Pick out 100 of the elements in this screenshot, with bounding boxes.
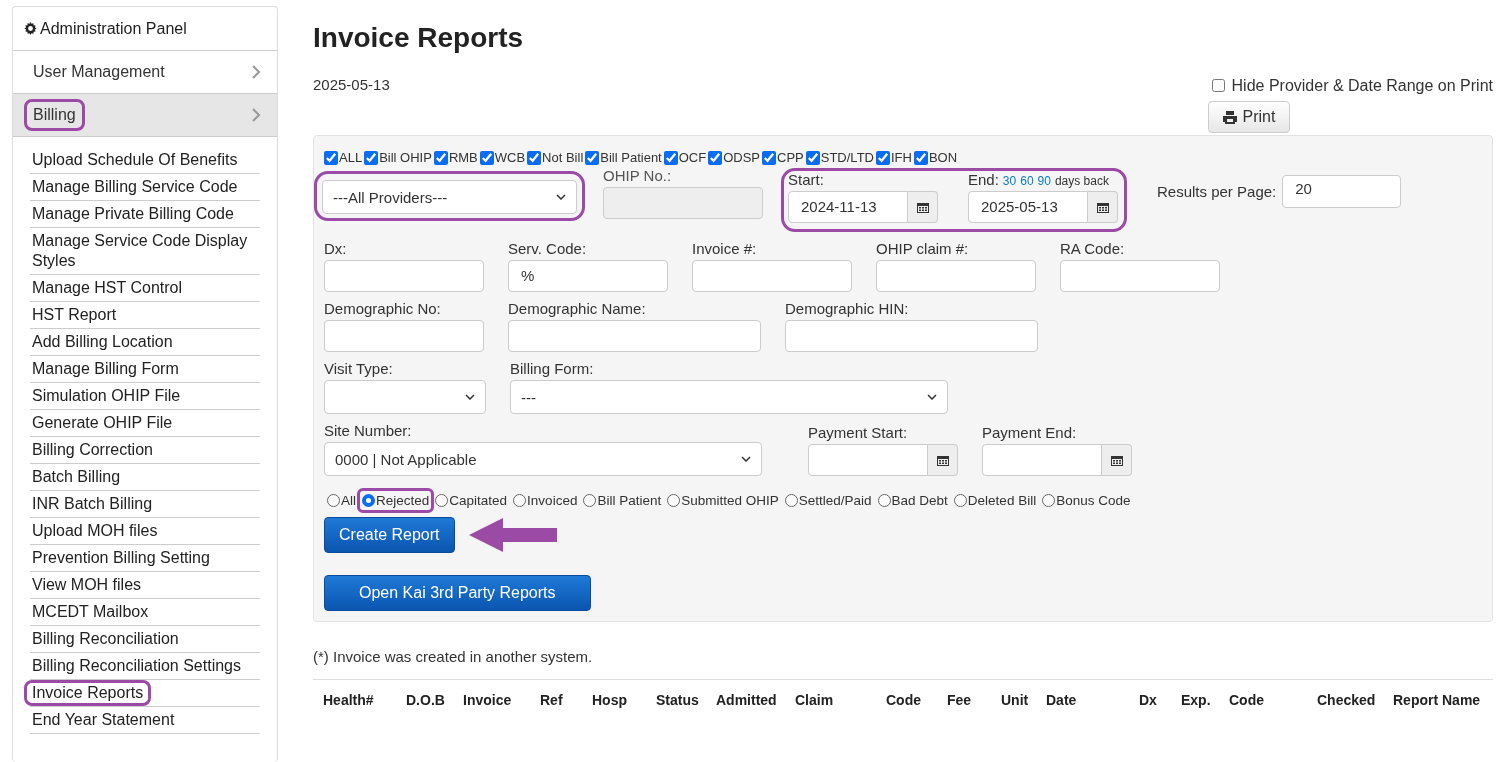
sidebar-item[interactable]: Manage Private Billing Code xyxy=(24,201,242,227)
calendar-button[interactable] xyxy=(1102,444,1132,476)
column-header[interactable]: Checked xyxy=(1317,692,1393,708)
column-header[interactable]: D.O.B xyxy=(406,692,463,708)
radio-button[interactable] xyxy=(667,494,681,507)
input-field[interactable]: % xyxy=(508,260,668,292)
radio-button[interactable] xyxy=(513,494,527,507)
calendar-button[interactable] xyxy=(908,191,938,223)
column-header[interactable]: Unit xyxy=(1001,692,1046,708)
field-label: End: xyxy=(968,171,999,188)
checkbox[interactable] xyxy=(913,150,928,165)
checkbox[interactable] xyxy=(708,150,723,165)
create-report-button[interactable]: Create Report xyxy=(324,517,455,553)
column-header[interactable]: Status xyxy=(656,692,716,708)
input-field[interactable]: 20 xyxy=(1282,175,1402,208)
column-header[interactable]: Dx xyxy=(1139,692,1181,708)
chevron-right-icon xyxy=(251,65,261,79)
sidebar-item[interactable]: Manage HST Control xyxy=(24,275,190,301)
calendar-button[interactable] xyxy=(928,444,958,476)
third-party-reports-button[interactable]: Open Kai 3rd Party Reports xyxy=(324,575,591,611)
date-field[interactable] xyxy=(808,444,928,476)
sidebar-item[interactable]: View MOH files xyxy=(24,572,150,598)
field-label: Billing Form: xyxy=(510,360,595,377)
sidebar-item[interactable]: End Year Statement xyxy=(24,707,183,733)
sidebar-item[interactable]: Upload MOH files xyxy=(24,518,166,544)
column-header[interactable]: Report Name xyxy=(1393,692,1493,708)
sidebar-item[interactable]: Prevention Billing Setting xyxy=(24,545,218,571)
checkbox[interactable] xyxy=(364,150,379,165)
radio-button[interactable] xyxy=(1042,494,1056,507)
caret-icon xyxy=(927,394,937,400)
checkbox[interactable] xyxy=(324,150,338,165)
column-header[interactable]: Code xyxy=(886,692,947,708)
input-field[interactable] xyxy=(324,320,484,352)
radio-label: Bad Debt xyxy=(891,493,948,508)
checkbox[interactable] xyxy=(433,150,448,165)
sidebar-item[interactable]: INR Batch Billing xyxy=(24,491,161,517)
date-field[interactable] xyxy=(982,444,1102,476)
field-label: Site Number: xyxy=(324,422,413,439)
input-field[interactable] xyxy=(508,320,761,352)
checkbox[interactable] xyxy=(762,150,776,165)
sidebar-item[interactable]: Upload Schedule Of Benefits xyxy=(24,147,246,173)
days-link[interactable]: 90 xyxy=(1037,174,1051,188)
billing-form-select[interactable]: --- xyxy=(510,380,948,414)
radio-button[interactable] xyxy=(435,494,449,507)
radio-button[interactable] xyxy=(327,494,340,507)
print-button[interactable]: Print xyxy=(1207,101,1291,133)
column-header[interactable]: Invoice xyxy=(463,692,540,708)
input-field[interactable] xyxy=(324,260,484,292)
checkbox[interactable] xyxy=(527,150,542,165)
sidebar-item[interactable]: Manage Billing Form xyxy=(24,356,187,382)
input-field[interactable] xyxy=(692,260,852,292)
column-header[interactable]: Fee xyxy=(947,692,1001,708)
sidebar-item[interactable]: Manage Billing Service Code xyxy=(24,174,246,200)
column-header[interactable]: Ref xyxy=(540,692,592,708)
sidebar-item[interactable]: MCEDT Mailbox xyxy=(24,599,157,625)
radio-label: Bonus Code xyxy=(1056,493,1131,508)
column-header[interactable]: Code xyxy=(1229,692,1317,708)
sidebar-item[interactable]: Billing Reconciliation Settings xyxy=(24,653,249,679)
field-label: Demographic Name: xyxy=(508,300,647,317)
sidebar-section[interactable]: Billing xyxy=(13,94,277,137)
sidebar-item[interactable]: Simulation OHIP File xyxy=(24,383,189,409)
days-back-label: days back xyxy=(1054,174,1109,188)
radio-button[interactable] xyxy=(784,494,798,507)
checkbox[interactable] xyxy=(875,150,890,165)
calendar-button[interactable] xyxy=(1088,191,1118,223)
input-field[interactable] xyxy=(876,260,1036,292)
checkbox[interactable] xyxy=(1211,79,1225,92)
column-header[interactable]: Admitted xyxy=(716,692,795,708)
column-header[interactable]: Date xyxy=(1046,692,1139,708)
sidebar-item[interactable]: Batch Billing xyxy=(24,464,129,490)
checkbox[interactable] xyxy=(805,150,820,165)
input-field[interactable] xyxy=(785,320,1038,352)
site-number-select[interactable]: 0000 | Not Applicable xyxy=(324,442,762,476)
sidebar-item[interactable]: Billing Reconciliation xyxy=(24,626,187,652)
radio-label: Capitated xyxy=(449,493,508,508)
checkbox[interactable] xyxy=(479,150,494,165)
radio-button[interactable] xyxy=(877,494,891,507)
column-header[interactable]: Claim xyxy=(795,692,886,708)
sidebar-item[interactable]: Add Billing Location xyxy=(24,329,181,355)
gear-icon xyxy=(24,22,37,35)
date-field[interactable]: 2025-05-13 xyxy=(968,191,1088,223)
column-header[interactable]: Exp. xyxy=(1181,692,1229,708)
radio-button[interactable] xyxy=(362,494,375,507)
sidebar-item[interactable]: Manage Service Code Display Styles xyxy=(24,228,266,274)
checkbox[interactable] xyxy=(585,150,600,165)
days-link[interactable]: 30 xyxy=(1002,174,1017,188)
checkbox-label: Not Bill xyxy=(542,150,584,165)
input-field[interactable] xyxy=(1060,260,1220,292)
sidebar-item[interactable]: Invoice Reports xyxy=(24,680,152,706)
sidebar-item[interactable]: Generate OHIP File xyxy=(24,410,181,436)
column-header[interactable]: Health# xyxy=(323,692,406,708)
radio-button[interactable] xyxy=(583,494,597,507)
checkbox[interactable] xyxy=(663,150,678,165)
sidebar-item[interactable]: HST Report xyxy=(24,302,125,328)
provider-select[interactable]: ---All Providers--- xyxy=(322,180,577,214)
radio-button[interactable] xyxy=(953,494,967,507)
column-header[interactable]: Hosp xyxy=(592,692,656,708)
days-link[interactable]: 60 xyxy=(1020,174,1034,188)
sidebar-item[interactable]: Billing Correction xyxy=(24,437,161,463)
date-field[interactable]: 2024-11-13 xyxy=(788,191,908,223)
